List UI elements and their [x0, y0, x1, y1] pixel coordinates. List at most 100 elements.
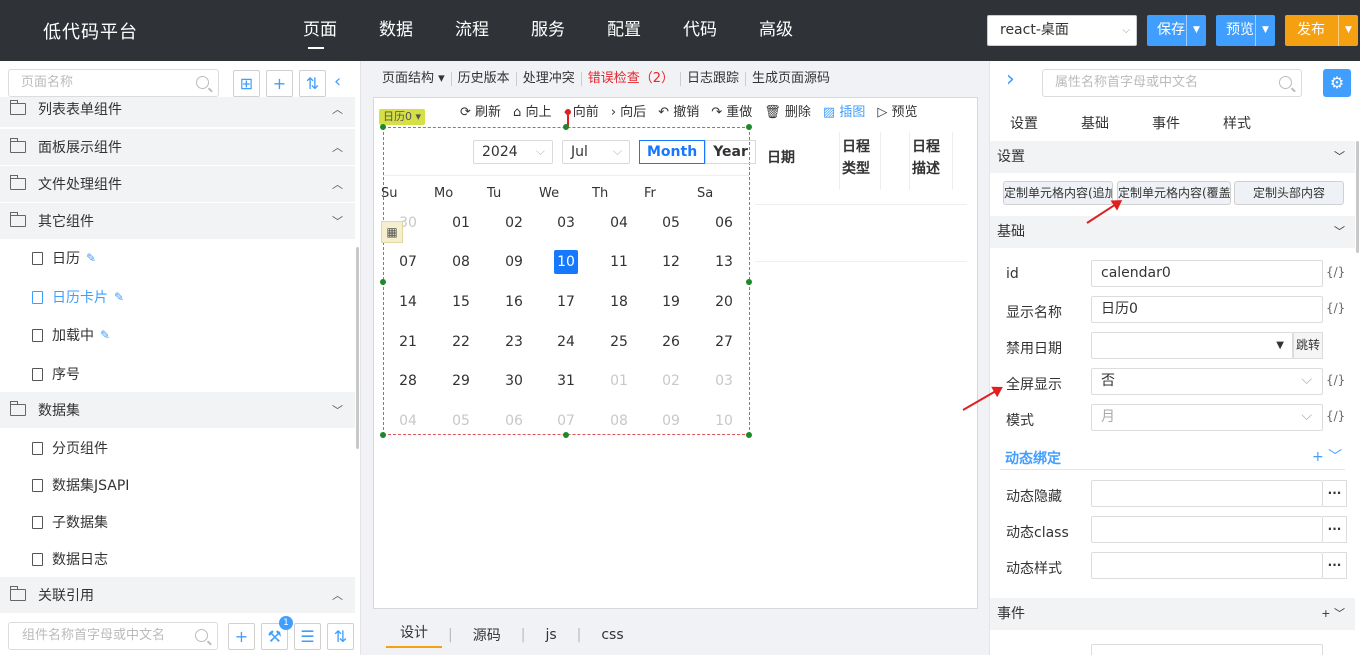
event-input[interactable] [1091, 644, 1323, 655]
month-select[interactable]: Jul ⌵ [562, 140, 630, 164]
section-settings[interactable]: 设置 ﹀ [990, 141, 1355, 173]
tab-style[interactable]: 样式 [1223, 113, 1251, 133]
scrollbar[interactable] [356, 247, 359, 449]
add-binding-icon[interactable]: + ﹀ [1312, 446, 1342, 466]
save-button[interactable]: 保存 ▼ [1147, 15, 1206, 46]
calendar-day[interactable]: 19 [645, 290, 697, 314]
calendar-day[interactable]: 28 [382, 369, 434, 393]
calendar-day[interactable]: 01 [593, 369, 645, 393]
expression-icon[interactable]: {/} [1326, 373, 1345, 387]
calendar-day[interactable]: 11 [593, 250, 645, 274]
caret-down-icon[interactable]: ▼ [1255, 15, 1275, 46]
nav-flow[interactable]: 流程 [434, 0, 510, 61]
calendar-day[interactable]: 04 [382, 409, 434, 433]
calendar-day[interactable]: 03 [540, 211, 592, 235]
group-reference[interactable]: 关联引用 ︿ [0, 577, 355, 613]
sort-button[interactable]: ⇅ [327, 623, 354, 650]
calendar-day[interactable]: 02 [488, 211, 540, 235]
dynamic-style-input[interactable] [1091, 552, 1323, 579]
property-search-input[interactable]: 属性名称首字母或中文名 [1042, 69, 1302, 97]
item-data-log[interactable]: 数据日志 [0, 540, 355, 578]
backward-tool[interactable]: › 向后 [611, 101, 646, 120]
dynamic-hidden-input[interactable] [1091, 480, 1323, 507]
calendar-day[interactable]: 18 [593, 290, 645, 314]
up-tool[interactable]: ⌂ 向上 [513, 101, 551, 120]
nav-code[interactable]: 代码 [662, 0, 738, 61]
mode-select[interactable]: 月 ⌵ [1091, 404, 1323, 431]
more-icon[interactable]: ··· [1323, 480, 1347, 507]
tab-basic[interactable]: 基础 [1081, 113, 1109, 133]
calendar-day[interactable]: 21 [382, 330, 434, 354]
calendar-day[interactable]: 06 [488, 409, 540, 433]
calendar-day[interactable]: 13 [698, 250, 750, 274]
item-sub-dataset[interactable]: 子数据集 [0, 503, 355, 541]
page-structure-menu[interactable]: 页面结构 ▾ [376, 72, 452, 86]
page-search-input[interactable]: 页面名称 [8, 69, 219, 97]
history-version[interactable]: 历史版本 [452, 72, 517, 86]
pencil-icon[interactable]: ✎ [86, 251, 96, 265]
calendar-day[interactable]: 12 [645, 250, 697, 274]
item-serial[interactable]: 序号 [0, 355, 355, 393]
mode-year-button[interactable]: Year [705, 140, 756, 164]
id-input[interactable]: calendar0 [1091, 260, 1323, 287]
pencil-icon[interactable]: ✎ [114, 290, 124, 304]
calendar-day[interactable]: 30 [488, 369, 540, 393]
item-calendar[interactable]: 日历 ✎ [0, 239, 355, 277]
calendar-day[interactable]: 24 [540, 330, 592, 354]
custom-header-button[interactable]: 定制头部内容 [1234, 181, 1344, 205]
calendar-day[interactable]: 15 [435, 290, 487, 314]
group-file[interactable]: 文件处理组件 ︿ [0, 166, 355, 202]
mode-month-button[interactable]: Month [639, 140, 706, 164]
nav-config[interactable]: 配置 [586, 0, 662, 61]
expression-icon[interactable]: {/} [1326, 409, 1345, 423]
calendar-day[interactable]: 09 [488, 250, 540, 274]
tab-source[interactable]: 源码 [459, 625, 515, 645]
log-trace[interactable]: 日志跟踪 [681, 72, 746, 86]
more-icon[interactable]: ··· [1323, 552, 1347, 579]
section-basic[interactable]: 基础 ﹀ [990, 216, 1355, 248]
custom-cell-append-button[interactable]: 定制单元格内容(追加) [1003, 181, 1113, 205]
component-search-input[interactable]: 组件名称首字母或中文名 [8, 622, 218, 650]
calendar-day[interactable]: 17 [540, 290, 592, 314]
calendar-day[interactable]: 10 [540, 250, 592, 274]
calendar-day[interactable]: 07 [540, 409, 592, 433]
calendar-icon[interactable]: ▦ [381, 221, 403, 243]
calendar-day[interactable]: 16 [488, 290, 540, 314]
tab-css[interactable]: css [587, 627, 637, 643]
caret-down-icon[interactable]: ▼ [1338, 15, 1358, 46]
item-loading[interactable]: 加载中 ✎ [0, 316, 355, 354]
nav-page[interactable]: 页面 [282, 0, 358, 61]
calendar-day[interactable]: 22 [435, 330, 487, 354]
resize-handle[interactable] [746, 279, 752, 285]
sort-button[interactable]: ⇅ [299, 70, 326, 97]
group-panel[interactable]: 面板展示组件 ︿ [0, 129, 355, 165]
item-calendar-card[interactable]: 日历卡片 ✎ [0, 278, 355, 316]
dynamic-class-input[interactable] [1091, 516, 1323, 543]
calendar-day[interactable]: 10 [698, 409, 750, 433]
component-tag[interactable]: 日历0 ▾ [379, 109, 426, 125]
tab-design[interactable]: 设计 [386, 622, 442, 648]
expression-icon[interactable]: {/} [1326, 301, 1345, 315]
gear-icon[interactable]: ⚙ [1323, 69, 1351, 97]
calendar-day[interactable]: 02 [645, 369, 697, 393]
calendar-day[interactable]: 08 [593, 409, 645, 433]
calendar-day[interactable]: 07 [382, 250, 434, 274]
error-check[interactable]: 错误检查（2） [582, 72, 681, 86]
calendar-day[interactable]: 14 [382, 290, 434, 314]
calendar-day[interactable]: 01 [435, 211, 487, 235]
add-button[interactable]: + [266, 70, 293, 97]
caret-down-icon[interactable]: ▼ [1186, 15, 1206, 46]
insert-image-tool[interactable]: ▨ 插图 [823, 101, 865, 120]
refresh-tool[interactable]: ⟳ 刷新 [460, 101, 501, 120]
display-name-input[interactable]: 日历0 [1091, 296, 1323, 323]
calendar-day[interactable]: 23 [488, 330, 540, 354]
publish-button[interactable]: 发布 ▼ [1285, 15, 1358, 46]
group-dataset[interactable]: 数据集 ﹀ [0, 392, 355, 428]
more-icon[interactable]: ··· [1323, 516, 1347, 543]
resize-handle[interactable] [563, 124, 569, 130]
env-select[interactable]: react-桌面 ⌵ [987, 15, 1137, 46]
expand-icon[interactable]: › [1006, 67, 1015, 92]
calendar-day[interactable]: 29 [435, 369, 487, 393]
year-select[interactable]: 2024 ⌵ [473, 140, 553, 164]
scrollbar[interactable] [1356, 141, 1359, 253]
